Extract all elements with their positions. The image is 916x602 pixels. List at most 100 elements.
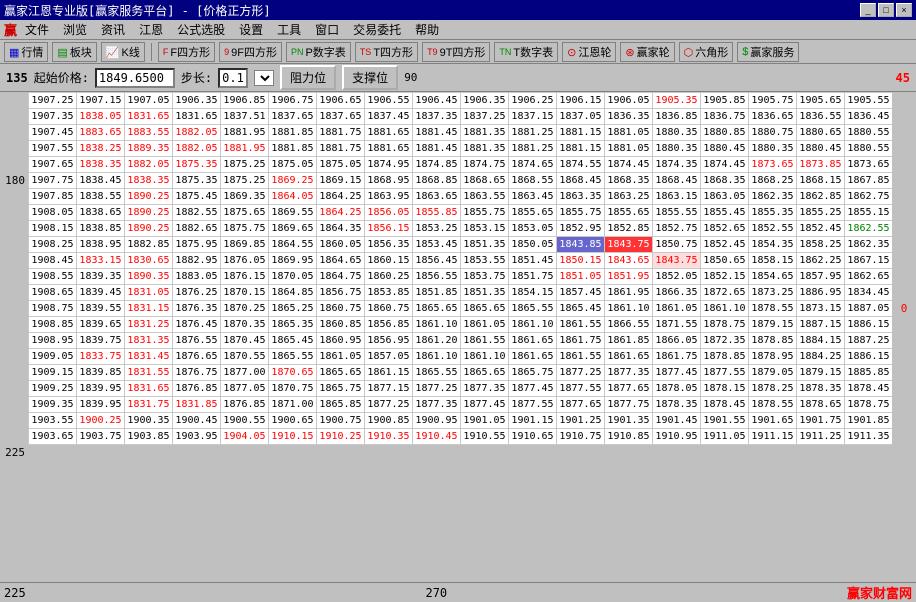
- table-cell[interactable]: 1854.35: [749, 237, 797, 253]
- table-cell[interactable]: 1861.05: [461, 317, 509, 333]
- table-cell[interactable]: 1860.85: [317, 317, 365, 333]
- toolbar-service-btn[interactable]: $ 赢家服务: [737, 42, 799, 62]
- table-cell[interactable]: 1910.75: [557, 429, 605, 445]
- table-cell[interactable]: 1860.95: [317, 333, 365, 349]
- table-cell[interactable]: 1909.35: [29, 397, 77, 413]
- table-cell[interactable]: 1870.65: [269, 365, 317, 381]
- table-cell[interactable]: 1908.15: [29, 221, 77, 237]
- table-cell[interactable]: 1907.15: [77, 93, 125, 109]
- table-cell[interactable]: 1830.65: [125, 253, 173, 269]
- table-cell[interactable]: 1831.65: [173, 109, 221, 125]
- table-cell[interactable]: 1878.45: [701, 397, 749, 413]
- table-cell[interactable]: 1900.95: [413, 413, 461, 429]
- table-cell[interactable]: 1878.75: [701, 317, 749, 333]
- step-input[interactable]: [218, 68, 248, 88]
- table-cell[interactable]: 1870.35: [221, 317, 269, 333]
- menu-win-icon[interactable]: 赢: [4, 20, 17, 39]
- table-cell[interactable]: 1882.05: [173, 125, 221, 141]
- table-cell[interactable]: 1881.35: [461, 125, 509, 141]
- table-cell[interactable]: 1838.65: [77, 205, 125, 221]
- table-cell[interactable]: 1881.05: [605, 141, 653, 157]
- table-cell[interactable]: 1831.45: [125, 349, 173, 365]
- table-cell[interactable]: 1864.85: [269, 285, 317, 301]
- table-cell[interactable]: 1901.35: [605, 413, 653, 429]
- table-cell[interactable]: 1900.25: [77, 413, 125, 429]
- table-cell[interactable]: 1911.15: [749, 429, 797, 445]
- table-cell[interactable]: 1861.85: [605, 333, 653, 349]
- table-cell[interactable]: 1856.55: [413, 269, 461, 285]
- table-cell[interactable]: 1875.05: [317, 157, 365, 173]
- table-cell[interactable]: 1851.95: [605, 269, 653, 285]
- table-cell[interactable]: 1861.55: [557, 349, 605, 365]
- table-cell[interactable]: 1858.25: [797, 237, 845, 253]
- table-cell[interactable]: 1880.65: [797, 125, 845, 141]
- table-cell[interactable]: 1865.75: [509, 365, 557, 381]
- table-cell[interactable]: 1868.35: [701, 173, 749, 189]
- table-cell[interactable]: 1905.65: [797, 93, 845, 109]
- toolbar-je-wheel-btn[interactable]: ⊙ 江恩轮: [562, 42, 616, 62]
- table-cell[interactable]: 1878.35: [797, 381, 845, 397]
- toolbar-block-btn[interactable]: ▤ 板块: [52, 42, 96, 62]
- table-cell[interactable]: 1877.55: [701, 365, 749, 381]
- table-cell[interactable]: 1877.65: [605, 381, 653, 397]
- table-cell[interactable]: 1861.55: [557, 317, 605, 333]
- table-cell[interactable]: 1875.25: [221, 157, 269, 173]
- table-cell[interactable]: 1909.15: [29, 365, 77, 381]
- table-cell[interactable]: 1861.55: [461, 333, 509, 349]
- table-cell[interactable]: 1881.15: [557, 125, 605, 141]
- table-cell[interactable]: 1873.25: [749, 285, 797, 301]
- table-cell[interactable]: 1865.45: [557, 301, 605, 317]
- table-cell[interactable]: 1851.05: [557, 269, 605, 285]
- table-cell[interactable]: 1864.35: [317, 221, 365, 237]
- table-cell[interactable]: 1906.75: [269, 93, 317, 109]
- table-cell[interactable]: 1864.65: [317, 253, 365, 269]
- table-cell[interactable]: 1874.85: [413, 157, 461, 173]
- table-cell[interactable]: 1906.25: [509, 93, 557, 109]
- table-cell[interactable]: 1838.45: [77, 173, 125, 189]
- table-cell[interactable]: 1911.25: [797, 429, 845, 445]
- table-cell[interactable]: 1901.75: [797, 413, 845, 429]
- table-cell[interactable]: 1873.65: [845, 157, 893, 173]
- table-cell[interactable]: 1862.55: [845, 221, 893, 237]
- table-cell[interactable]: 1877.35: [461, 381, 509, 397]
- table-cell[interactable]: 1903.75: [77, 429, 125, 445]
- table-cell[interactable]: 1861.10: [461, 349, 509, 365]
- table-cell[interactable]: 1855.65: [605, 205, 653, 221]
- table-cell[interactable]: 1881.65: [365, 141, 413, 157]
- table-cell[interactable]: 1838.35: [77, 157, 125, 173]
- table-cell[interactable]: 1850.05: [509, 237, 557, 253]
- table-cell[interactable]: 1870.55: [221, 349, 269, 365]
- table-cell[interactable]: 1838.95: [77, 237, 125, 253]
- table-cell[interactable]: 1850.65: [701, 253, 749, 269]
- table-cell[interactable]: 1850.15: [557, 253, 605, 269]
- table-cell[interactable]: 1853.55: [461, 253, 509, 269]
- table-cell[interactable]: 1903.65: [29, 429, 77, 445]
- table-cell[interactable]: 1907.85: [29, 189, 77, 205]
- table-cell[interactable]: 1868.35: [605, 173, 653, 189]
- table-cell[interactable]: 1855.45: [701, 205, 749, 221]
- table-cell[interactable]: 1852.85: [605, 221, 653, 237]
- table-cell[interactable]: 1905.55: [845, 93, 893, 109]
- table-cell[interactable]: 1872.35: [701, 333, 749, 349]
- table-cell[interactable]: 1881.75: [317, 141, 365, 157]
- table-cell[interactable]: 1837.15: [509, 109, 557, 125]
- table-cell[interactable]: 1843.65: [605, 253, 653, 269]
- table-cell[interactable]: 1857.95: [797, 269, 845, 285]
- table-cell[interactable]: 1881.45: [413, 125, 461, 141]
- table-cell[interactable]: 1863.95: [365, 189, 413, 205]
- table-cell[interactable]: 1881.75: [317, 125, 365, 141]
- table-cell[interactable]: 1876.75: [173, 365, 221, 381]
- table-cell[interactable]: 1889.35: [125, 141, 173, 157]
- table-cell[interactable]: 1861.05: [653, 301, 701, 317]
- table-cell[interactable]: 1907.35: [29, 109, 77, 125]
- menu-info[interactable]: 资讯: [95, 20, 131, 39]
- table-cell[interactable]: 1905.35: [653, 93, 701, 109]
- table-cell[interactable]: 1865.65: [317, 365, 365, 381]
- table-cell[interactable]: 1862.85: [797, 189, 845, 205]
- table-cell[interactable]: 1906.35: [461, 93, 509, 109]
- table-cell[interactable]: 1887.05: [845, 301, 893, 317]
- table-cell[interactable]: 1851.35: [461, 285, 509, 301]
- table-cell[interactable]: 1872.65: [701, 285, 749, 301]
- table-cell[interactable]: 1910.95: [653, 429, 701, 445]
- table-cell[interactable]: 1877.75: [605, 397, 653, 413]
